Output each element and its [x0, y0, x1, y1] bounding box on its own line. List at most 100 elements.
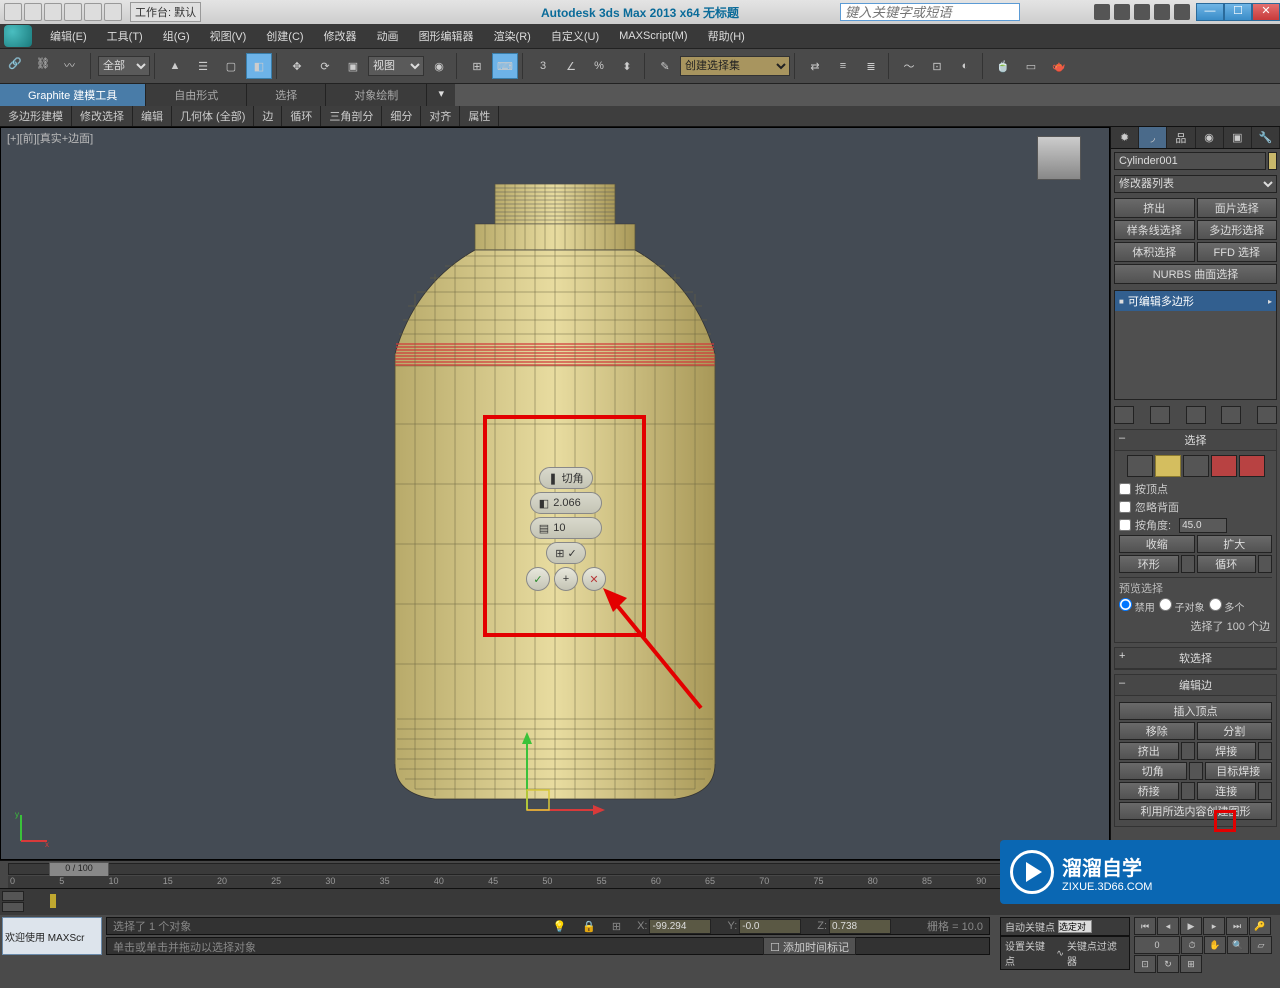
ribbon-tab-freeform[interactable]: 自由形式: [146, 84, 247, 106]
curve-editor-icon[interactable]: 〜: [896, 53, 922, 79]
ribbon-tab-graphite[interactable]: Graphite 建模工具: [0, 84, 146, 106]
mod-ffdsel[interactable]: FFD 选择: [1197, 242, 1278, 262]
maxscript-listener[interactable]: 欢迎使用 MAXScr: [2, 917, 102, 955]
rotate-icon[interactable]: ⟳: [312, 53, 338, 79]
configure-sets-icon[interactable]: [1257, 406, 1277, 424]
display-tab-icon[interactable]: ▣: [1224, 127, 1252, 148]
btn-loop[interactable]: 循环: [1197, 555, 1257, 573]
time-slider-thumb[interactable]: 0 / 100: [49, 862, 109, 877]
ribbonsub-modifysel[interactable]: 修改选择: [72, 106, 133, 126]
caddy-amount-field[interactable]: ◧: [530, 492, 602, 514]
workspace-dropdown[interactable]: 工作台: 默认: [130, 2, 201, 22]
viewport-label[interactable]: [+][前][真实+边面]: [7, 130, 93, 146]
qat-project-icon[interactable]: [104, 3, 122, 21]
render-setup-icon[interactable]: 🍵: [990, 53, 1016, 79]
caddy-amount-input[interactable]: [553, 497, 593, 509]
btn-chamfer[interactable]: 切角: [1119, 762, 1187, 780]
menu-modifiers[interactable]: 修改器: [314, 25, 367, 47]
btn-createshape[interactable]: 利用所选内容创建图形: [1119, 802, 1272, 820]
schematic-view-icon[interactable]: ⊡: [924, 53, 950, 79]
fov-icon[interactable]: ▱: [1250, 936, 1272, 954]
coord-y[interactable]: [739, 919, 801, 934]
object-color-swatch[interactable]: [1268, 152, 1277, 170]
zoom-icon[interactable]: 🔍: [1227, 936, 1249, 954]
ribbonsub-loops[interactable]: 循环: [282, 106, 321, 126]
coord-x[interactable]: [649, 919, 711, 934]
utilities-tab-icon[interactable]: 🔧: [1252, 127, 1280, 148]
mod-volsel[interactable]: 体积选择: [1114, 242, 1195, 262]
menu-customize[interactable]: 自定义(U): [541, 25, 609, 47]
caddy-apply-icon[interactable]: +: [554, 567, 578, 591]
lock-icon[interactable]: 💡: [552, 920, 566, 933]
btn-grow[interactable]: 扩大: [1197, 535, 1273, 553]
ref-coord-system[interactable]: 视图: [368, 56, 424, 76]
maximize-button[interactable]: ☐: [1224, 3, 1252, 21]
setkey-button[interactable]: 设置关键点: [1005, 938, 1053, 968]
time-slider[interactable]: 0 / 100 0510 152025 303540 455055 606570…: [0, 860, 1110, 888]
zoom-extents-icon[interactable]: ⊡: [1134, 955, 1156, 973]
radio-off[interactable]: 禁用: [1119, 598, 1155, 614]
exchange-icon[interactable]: [1134, 4, 1150, 20]
qat-redo-icon[interactable]: [84, 3, 102, 21]
time-config-icon[interactable]: ⏱: [1181, 936, 1203, 954]
loop-spinner-icon[interactable]: [1258, 555, 1272, 573]
ribbonsub-tri[interactable]: 三角剖分: [321, 106, 382, 126]
connect-settings-icon[interactable]: [1258, 782, 1272, 800]
bind-icon[interactable]: 〰: [60, 53, 86, 79]
menu-help[interactable]: 帮助(H): [698, 25, 755, 47]
add-time-tag[interactable]: ☐ 添加时间标记: [763, 937, 856, 955]
select-by-name-icon[interactable]: ☰: [190, 53, 216, 79]
mod-patchsel[interactable]: 面片选择: [1197, 198, 1278, 218]
window-crossing-icon[interactable]: ◧: [246, 53, 272, 79]
btn-extrude[interactable]: 挤出: [1119, 742, 1179, 760]
current-frame-input[interactable]: 0: [1134, 936, 1180, 954]
menu-create[interactable]: 创建(C): [256, 25, 313, 47]
motion-tab-icon[interactable]: ◉: [1196, 127, 1224, 148]
close-button[interactable]: ✕: [1252, 3, 1280, 21]
mod-polysel[interactable]: 多边形选择: [1197, 220, 1278, 240]
modstack-editablepoly[interactable]: 可编辑多边形: [1115, 291, 1276, 311]
btn-remove[interactable]: 移除: [1119, 722, 1195, 740]
weld-settings-icon[interactable]: [1258, 742, 1272, 760]
caddy-cancel-icon[interactable]: ✕: [582, 567, 606, 591]
prev-frame-icon[interactable]: ◂: [1157, 917, 1179, 935]
subobj-edge-icon[interactable]: [1155, 455, 1181, 477]
modifier-list-dropdown[interactable]: 修改器列表: [1114, 175, 1277, 193]
ribbonsub-props[interactable]: 属性: [460, 106, 499, 126]
link-icon[interactable]: 🔗: [4, 53, 30, 79]
subobj-element-icon[interactable]: [1239, 455, 1265, 477]
mod-nurbssel[interactable]: NURBS 曲面选择: [1114, 264, 1277, 284]
goto-end-icon[interactable]: ⏭: [1226, 917, 1248, 935]
caddy-ok-icon[interactable]: ✓: [526, 567, 550, 591]
keyfilters-button[interactable]: 关键点过滤器: [1067, 938, 1125, 968]
menu-rendering[interactable]: 渲染(R): [484, 25, 541, 47]
menu-grapheditors[interactable]: 图形编辑器: [409, 25, 484, 47]
spinner-snap-icon[interactable]: ⬍: [614, 53, 640, 79]
trackbar-icon2[interactable]: [2, 902, 24, 912]
btn-weld[interactable]: 焊接: [1197, 742, 1257, 760]
rectangular-region-icon[interactable]: ▢: [218, 53, 244, 79]
ribbonsub-edit[interactable]: 编辑: [133, 106, 172, 126]
help-icon[interactable]: [1174, 4, 1190, 20]
ribbon-tab-objectpaint[interactable]: 对象绘制: [326, 84, 427, 106]
ribbon-expand-icon[interactable]: ▾: [427, 84, 455, 106]
caddy-options[interactable]: ⊞ ✓: [546, 542, 586, 564]
scale-icon[interactable]: ▣: [340, 53, 366, 79]
lock-selection-icon[interactable]: 🔒: [582, 920, 596, 933]
viewcube[interactable]: [1037, 136, 1081, 180]
binoculars-icon[interactable]: [1094, 4, 1110, 20]
key-selected[interactable]: [1058, 920, 1092, 933]
caddy-title[interactable]: ❚ 切角: [539, 467, 592, 489]
angle-snap-icon[interactable]: ∠: [558, 53, 584, 79]
anglespin[interactable]: [1179, 518, 1227, 533]
menu-edit[interactable]: 编辑(E): [40, 25, 97, 47]
menu-views[interactable]: 视图(V): [200, 25, 257, 47]
chamfer-settings-icon[interactable]: [1189, 762, 1203, 780]
search-input[interactable]: [840, 3, 1020, 21]
show-end-result-icon[interactable]: [1150, 406, 1170, 424]
mod-extrude[interactable]: 挤出: [1114, 198, 1195, 218]
ribbon-tab-selection[interactable]: 选择: [247, 84, 326, 106]
ribbonsub-polymodel[interactable]: 多边形建模: [0, 106, 72, 126]
btn-bridge[interactable]: 桥接: [1119, 782, 1179, 800]
menu-animation[interactable]: 动画: [367, 25, 409, 47]
